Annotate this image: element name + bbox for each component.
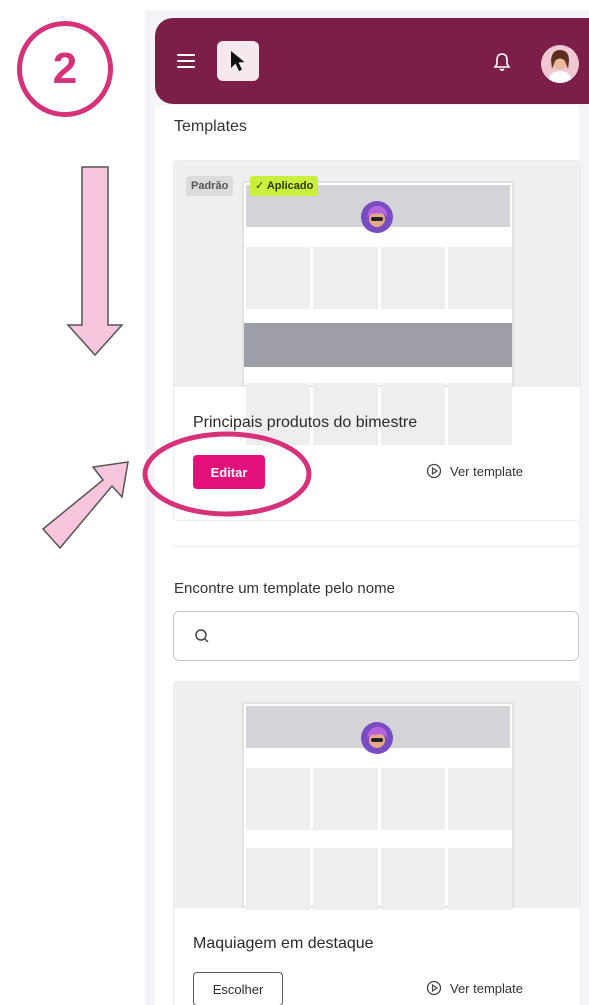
search-label: Encontre um template pelo nome — [174, 580, 395, 597]
top-bar — [155, 18, 589, 104]
template-name: Maquiagem em destaque — [193, 935, 374, 952]
down-arrow-annotation — [66, 166, 124, 357]
play-circle-icon — [426, 463, 442, 479]
view-template-link[interactable]: Ver template — [426, 463, 523, 479]
template-preview[interactable]: Padrão ✓ Aplicado — [174, 161, 580, 445]
applied-badge: ✓ Aplicado — [250, 176, 319, 196]
search-input[interactable] — [222, 622, 566, 652]
user-avatar[interactable] — [541, 45, 579, 83]
choose-button[interactable]: Escolher — [193, 972, 283, 1005]
view-template-link[interactable]: Ver template — [426, 980, 523, 996]
current-template-card: Padrão ✓ Aplicado Principais produtos do… — [173, 160, 581, 521]
section-divider — [173, 546, 579, 547]
mockup-avatar — [361, 722, 393, 754]
cursor-arrow-icon — [231, 51, 245, 71]
play-circle-icon — [426, 980, 442, 996]
template-mockup — [242, 702, 514, 910]
template-name: Principais produtos do bimestre — [193, 414, 418, 431]
main-content: Templates Padrão ✓ Aplicado Principais p… — [155, 105, 581, 1005]
search-icon — [195, 629, 209, 643]
edit-button[interactable]: Editar — [193, 455, 265, 489]
mockup-avatar — [361, 201, 393, 233]
diagonal-arrow-annotation — [41, 461, 129, 550]
template-mockup — [242, 181, 514, 445]
template-preview[interactable] — [174, 682, 580, 910]
section-title: Templates — [174, 118, 247, 135]
menu-icon[interactable] — [177, 54, 195, 68]
search-box[interactable] — [173, 611, 579, 661]
bell-icon[interactable] — [493, 52, 511, 72]
view-template-label: Ver template — [450, 463, 523, 479]
annotation-arrows — [41, 166, 129, 550]
view-template-label: Ver template — [450, 980, 523, 996]
default-badge: Padrão — [186, 176, 234, 196]
app-logo[interactable] — [217, 41, 259, 81]
template-card: Maquiagem em destaque Escolher Ver templ… — [173, 681, 581, 1005]
app-panel: Templates Padrão ✓ Aplicado Principais p… — [145, 10, 589, 1005]
